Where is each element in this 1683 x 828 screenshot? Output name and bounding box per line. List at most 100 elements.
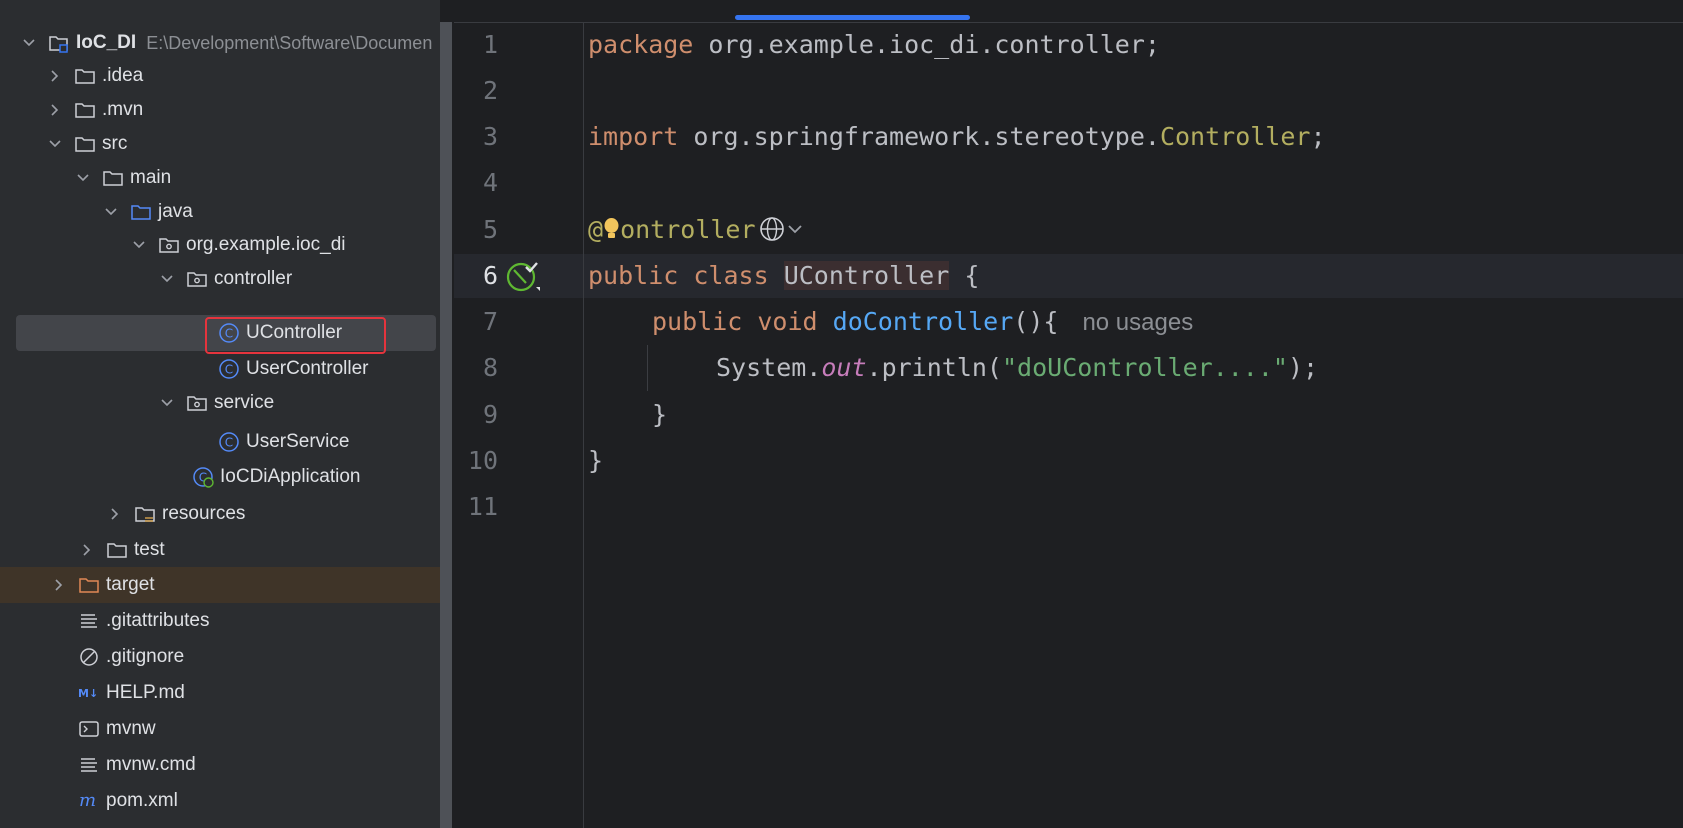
excluded-folder-icon <box>78 574 100 596</box>
tree-item-label: mvnw <box>106 718 156 739</box>
chevron-down-icon[interactable] <box>130 236 148 254</box>
chevron-down-icon[interactable] <box>46 135 64 153</box>
project-module-icon <box>48 32 70 54</box>
project-tool-window: IoC_DI E:\Development\Software\Documen .… <box>0 0 440 828</box>
tree-root-label: IoC_DI <box>76 32 137 53</box>
tree-item-pom-xml[interactable]: m pom.xml <box>0 783 440 819</box>
folder-icon <box>102 167 124 189</box>
code-token: ; <box>1310 122 1326 151</box>
code-line-5[interactable]: @ ontroller <box>588 207 804 253</box>
tree-item-target[interactable]: target <box>0 567 440 603</box>
chevron-down-icon[interactable] <box>786 207 804 234</box>
code-token: doController <box>832 307 1014 336</box>
tree-item-controller-package[interactable]: controller <box>0 261 440 297</box>
tree-item-userservice[interactable]: C UserService <box>0 424 440 460</box>
tree-item-label: java <box>158 201 193 222</box>
tree-item-label: test <box>134 539 165 560</box>
tree-item-mvnw-cmd[interactable]: mvnw.cmd <box>0 747 440 783</box>
code-line-6[interactable]: public class UController { <box>588 253 979 299</box>
chevron-down-icon[interactable] <box>74 169 92 187</box>
markdown-icon: M↓ <box>78 682 100 704</box>
chevron-right-icon[interactable] <box>50 576 68 594</box>
usages-inlay-hint[interactable]: no usages <box>1082 309 1193 336</box>
terminal-icon <box>78 718 100 740</box>
code-editor[interactable]: 1 2 3 4 5 6 7 8 9 10 11 package org.exam… <box>454 0 1683 828</box>
package-icon <box>158 234 180 256</box>
ignore-file-icon <box>78 646 100 668</box>
chevron-down-icon[interactable] <box>158 270 176 288</box>
folder-icon <box>74 133 96 155</box>
tree-item-label: service <box>214 392 275 413</box>
active-tab-indicator <box>735 15 970 20</box>
svg-text:m: m <box>79 790 96 811</box>
tree-item-package-root[interactable]: org.example.ioc_di <box>0 227 440 263</box>
folder-icon <box>106 539 128 561</box>
sidebar-scrollbar[interactable] <box>440 22 452 828</box>
tree-item-mvnw[interactable]: mvnw <box>0 711 440 747</box>
text-file-icon <box>78 610 100 632</box>
line-number: 7 <box>482 307 498 336</box>
chevron-down-icon[interactable] <box>20 34 38 52</box>
tree-item-label: resources <box>162 503 246 524</box>
chevron-right-icon[interactable] <box>106 505 124 523</box>
code-token: class <box>693 261 769 290</box>
text-file-icon <box>78 754 100 776</box>
editor-tab-strip <box>454 0 1683 23</box>
code-token: out <box>821 353 867 382</box>
tree-item-label: pom.xml <box>106 790 178 811</box>
tree-item-label: main <box>130 167 172 188</box>
spring-bean-gutter-icon[interactable] <box>506 259 540 293</box>
selection-highlight-box <box>205 317 386 354</box>
chevron-right-icon[interactable] <box>78 541 96 559</box>
tree-item-usercontroller[interactable]: C UserController <box>0 351 440 387</box>
line-number: 5 <box>482 215 498 244</box>
tree-item-mvn[interactable]: .mvn <box>0 92 440 128</box>
code-token: org.example.ioc_di.controller; <box>693 30 1160 59</box>
chevron-right-icon[interactable] <box>46 67 64 85</box>
java-class-icon: C <box>218 358 240 380</box>
code-line-9[interactable]: } <box>652 392 667 438</box>
chevron-down-icon[interactable] <box>158 394 176 412</box>
tree-item-java[interactable]: java <box>0 194 440 230</box>
tree-item-label: org.example.ioc_di <box>186 234 346 255</box>
tree-item-test[interactable]: test <box>0 532 440 568</box>
spring-boot-class-icon: C <box>192 466 214 488</box>
code-token: .println( <box>866 353 1002 382</box>
line-number: 2 <box>482 76 498 105</box>
line-number: 8 <box>482 353 498 382</box>
source-folder-icon <box>130 201 152 223</box>
code-line-8[interactable]: System.out.println("doUController...."); <box>716 345 1318 391</box>
globe-icon[interactable] <box>758 212 786 241</box>
code-line-3[interactable]: import org.springframework.stereotype.Co… <box>588 114 1326 160</box>
tree-item-label: controller <box>214 268 293 289</box>
tree-item-label: .mvn <box>102 99 144 120</box>
code-line-7[interactable]: public void doController(){no usages <box>652 299 1193 346</box>
tree-item-label: target <box>106 574 155 595</box>
tree-item-gitattributes[interactable]: .gitattributes <box>0 603 440 639</box>
chevron-down-icon[interactable] <box>102 203 120 221</box>
tree-item-gitignore[interactable]: .gitignore <box>0 639 440 675</box>
tree-item-label: mvnw.cmd <box>106 754 196 775</box>
maven-icon: m <box>78 790 100 812</box>
code-line-1[interactable]: package org.example.ioc_di.controller; <box>588 22 1160 68</box>
code-token: System. <box>716 353 822 382</box>
code-token: public <box>652 307 743 336</box>
svg-text:C: C <box>225 436 233 450</box>
tree-item-main[interactable]: main <box>0 160 440 196</box>
tree-item-resources[interactable]: resources <box>0 496 440 532</box>
chevron-right-icon[interactable] <box>46 101 64 119</box>
tree-item-label: .idea <box>102 65 144 86</box>
tree-item-idea[interactable]: .idea <box>0 58 440 94</box>
tree-item-iocdiapplication[interactable]: C IoCDiApplication <box>0 459 440 495</box>
tree-item-help-md[interactable]: M↓ HELP.md <box>0 675 440 711</box>
lightbulb-icon[interactable] <box>603 211 620 238</box>
tree-root[interactable]: IoC_DI E:\Development\Software\Documen <box>0 25 440 61</box>
code-token: "doUController...." <box>1001 353 1288 382</box>
code-token: Controller <box>1159 122 1311 151</box>
tree-item-service-package[interactable]: service <box>0 385 440 421</box>
tree-item-src[interactable]: src <box>0 126 440 162</box>
code-token: org.springframework.stereotype. <box>678 122 1160 151</box>
code-token: } <box>588 446 604 475</box>
code-token: void <box>757 307 818 336</box>
code-line-10[interactable]: } <box>588 438 603 484</box>
